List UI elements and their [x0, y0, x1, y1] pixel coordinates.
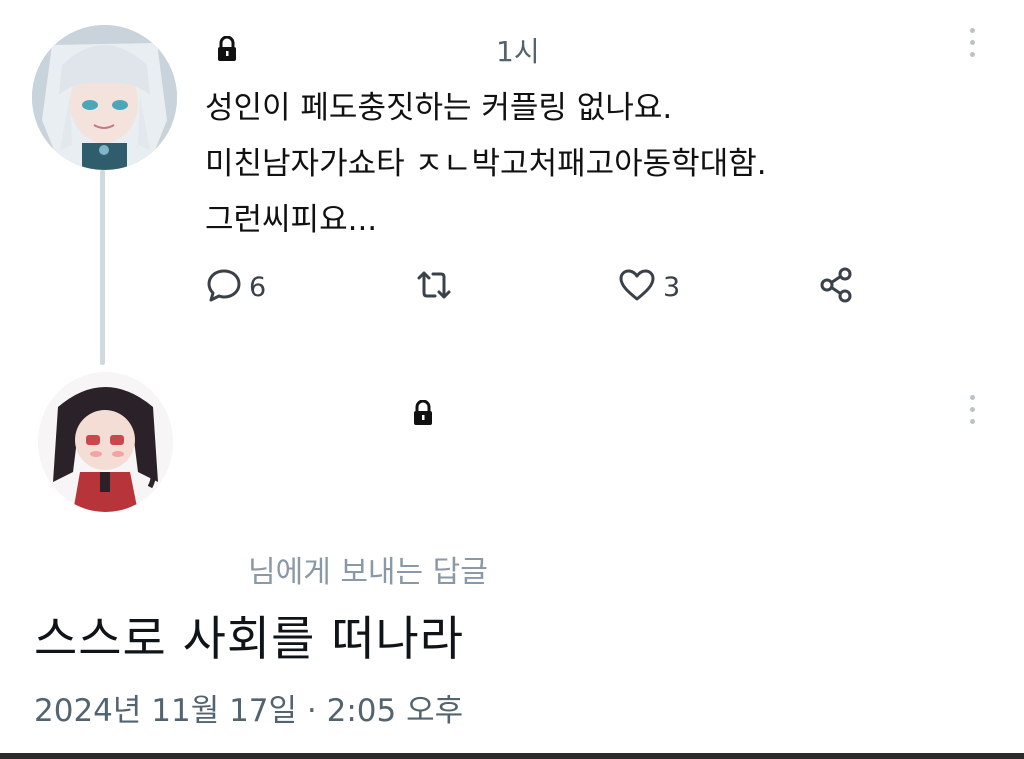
reply-body: 스스로 사회를 떠나라 [34, 612, 465, 667]
lock-icon [216, 35, 238, 62]
more-options-icon[interactable] [967, 395, 977, 435]
reply-button[interactable]: 6 [205, 262, 266, 312]
tweet-line: 성인이 페도충짓하는 커플링 없나요. [205, 90, 673, 126]
share-button[interactable] [817, 262, 857, 312]
tweet-line: 그런씨피요... [205, 202, 378, 238]
tweet-time[interactable]: 1시 [496, 30, 540, 70]
tweet-actions-bar: 6 3 [205, 262, 885, 312]
retweet-icon [413, 266, 455, 308]
reply-avatar[interactable] [38, 372, 173, 512]
heart-icon [617, 266, 657, 308]
reply-count: 6 [249, 271, 267, 303]
share-icon [817, 265, 857, 309]
retweet-button[interactable] [413, 262, 455, 312]
tweet-line: 미친남자가쇼타 ㅈㄴ박고처패고아동학대함. [205, 146, 767, 182]
comment-icon [205, 266, 243, 308]
avatar[interactable] [32, 25, 177, 170]
replying-to-label[interactable]: 님에게 보내는 답글 [248, 547, 488, 591]
like-button[interactable]: 3 [617, 262, 680, 312]
more-options-icon[interactable] [967, 28, 977, 68]
like-count: 3 [663, 271, 681, 303]
tweet-body: 성인이 페도충짓하는 커플링 없나요. 미친남자가쇼타 ㅈㄴ박고처패고아동학대함… [205, 80, 925, 248]
divider [0, 753, 1024, 759]
thread-connector-line [100, 170, 105, 365]
avatar-illustration [38, 372, 173, 512]
lock-icon [412, 399, 434, 426]
reply-timestamp[interactable]: 2024년 11월 17일 · 2:05 오후 [34, 685, 463, 730]
avatar-illustration [32, 25, 177, 170]
